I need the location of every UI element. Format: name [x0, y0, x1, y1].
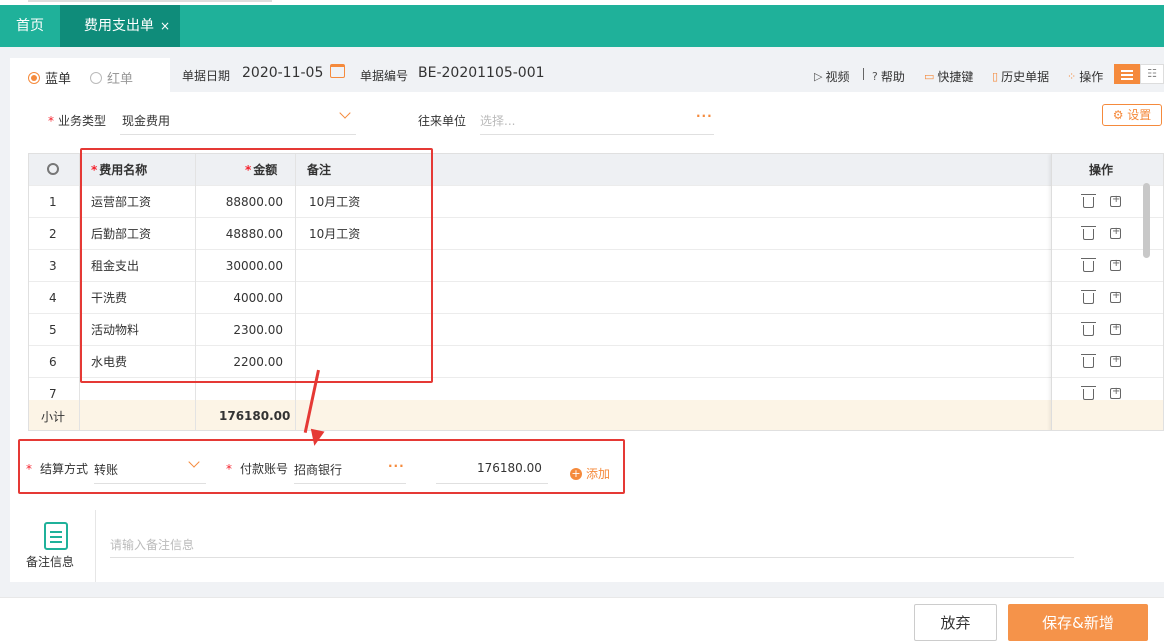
copy-row-icon[interactable]: [1110, 322, 1121, 335]
subtotal-row: 小计 176180.00: [29, 400, 1163, 430]
trash-icon[interactable]: [1081, 258, 1096, 272]
partner-label: 往来单位: [418, 114, 467, 128]
document-icon: ▯: [992, 70, 999, 83]
top-tab-bar: 首页 费用支出单 ×: [0, 0, 1164, 47]
grid-icon: ⁘: [1067, 70, 1077, 83]
copy-row-icon[interactable]: [1110, 226, 1121, 239]
shortcut-button[interactable]: ▭ 快捷键: [924, 68, 973, 85]
row-index: 3: [49, 258, 57, 273]
trash-icon[interactable]: [1081, 322, 1096, 336]
calendar-icon[interactable]: [330, 64, 345, 78]
biz-type-select[interactable]: 现金费用: [122, 112, 170, 129]
video-button[interactable]: ▷ 视频: [814, 68, 849, 85]
history-label: 历史单据: [1001, 70, 1050, 84]
trash-icon[interactable]: [1081, 354, 1096, 368]
annotation-box-payment: [18, 439, 625, 494]
help-circle-icon: ?: [872, 70, 878, 83]
row-index: 4: [49, 290, 57, 305]
radio-blue-doc[interactable]: 蓝单: [28, 68, 71, 87]
tab-expense-doc-label: 费用支出单: [84, 18, 154, 34]
tab-expense-doc[interactable]: 费用支出单 ×: [60, 5, 180, 47]
subtotal-label: 小计: [41, 409, 66, 424]
copy-row-icon[interactable]: [1110, 194, 1121, 207]
radio-blue-label: 蓝单: [45, 72, 72, 87]
save-and-new-button[interactable]: 保存&新增: [1008, 604, 1148, 641]
row-index: 2: [49, 226, 57, 241]
table-scrollbar[interactable]: [1143, 183, 1150, 258]
operation-label: 操作: [1079, 70, 1104, 84]
date-value[interactable]: 2020-11-05: [242, 65, 323, 81]
cancel-button[interactable]: 放弃: [914, 604, 997, 641]
tab-home[interactable]: 首页: [0, 5, 60, 47]
list-view-button[interactable]: [1114, 64, 1140, 84]
copy-row-icon[interactable]: [1110, 290, 1121, 303]
radio-red-doc[interactable]: 红单: [90, 68, 133, 87]
more-dots-icon[interactable]: ···: [696, 109, 713, 123]
tab-close-icon[interactable]: ×: [160, 19, 170, 33]
detail-view-button[interactable]: ☷: [1140, 64, 1164, 84]
column-settings-icon[interactable]: [47, 163, 59, 175]
trash-icon[interactable]: [1081, 386, 1096, 400]
trash-icon[interactable]: [1081, 290, 1096, 304]
keyboard-icon: ▭: [924, 70, 935, 83]
row-index: 1: [49, 194, 57, 209]
play-circle-icon: ▷: [814, 70, 823, 83]
operation-button[interactable]: ⁘ 操作: [1067, 68, 1103, 85]
radio-checked-icon: [28, 71, 40, 84]
settings-button[interactable]: ⚙ 设置: [1102, 104, 1162, 126]
trash-icon[interactable]: [1081, 226, 1096, 240]
remark-label: 备注信息: [26, 555, 75, 569]
row-index: 6: [49, 354, 57, 369]
video-label: 视频: [825, 70, 850, 84]
biz-type-label: * 业务类型: [48, 114, 107, 128]
history-button[interactable]: ▯ 历史单据: [992, 68, 1049, 85]
help-label: 帮助: [880, 70, 905, 84]
gear-icon: ⚙: [1112, 108, 1128, 122]
radio-red-label: 红单: [107, 72, 134, 87]
doc-no-label: 单据编号: [360, 69, 409, 83]
annotation-box-items: [80, 148, 433, 383]
date-label: 单据日期: [182, 69, 231, 83]
shortcut-label: 快捷键: [937, 70, 974, 84]
remark-input[interactable]: [110, 532, 1074, 558]
row-index: 5: [49, 322, 57, 337]
copy-row-icon[interactable]: [1110, 354, 1121, 367]
doc-no-value: BE-20201105-001: [418, 65, 545, 81]
partner-input[interactable]: 选择...: [480, 112, 515, 129]
copy-row-icon[interactable]: [1110, 258, 1121, 271]
settings-label: 设置: [1127, 108, 1152, 122]
radio-unchecked-icon: [90, 71, 102, 84]
clipboard-icon: [44, 522, 68, 550]
chevron-down-icon[interactable]: [339, 107, 351, 119]
trash-icon[interactable]: [1081, 194, 1096, 208]
subtotal-value: 176180.00: [219, 409, 291, 423]
help-button[interactable]: ? 帮助: [872, 68, 905, 85]
copy-row-icon[interactable]: [1110, 386, 1121, 399]
